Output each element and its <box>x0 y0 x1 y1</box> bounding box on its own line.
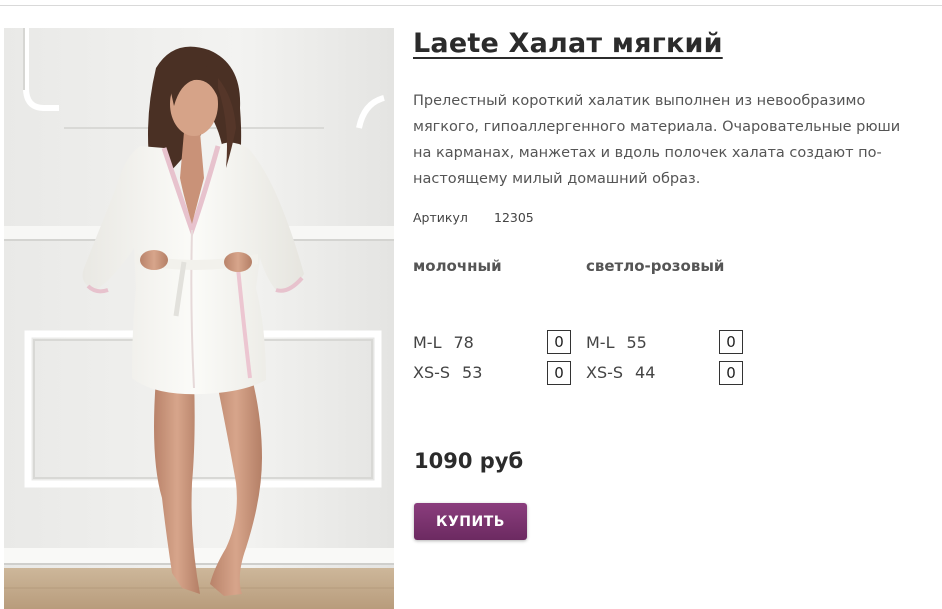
size-option: XS-S 53 <box>413 363 482 382</box>
buy-button[interactable]: КУПИТЬ <box>414 503 527 540</box>
size-label: XS-S <box>413 363 451 382</box>
size-option: M-L 78 <box>413 333 474 352</box>
sku-label: Артикул <box>413 210 468 225</box>
color-name-light-pink: светло-розовый <box>586 257 725 275</box>
quantity-input[interactable] <box>719 330 743 354</box>
stock-count: 55 <box>626 333 647 352</box>
stock-count: 53 <box>462 363 483 382</box>
stock-count: 78 <box>453 333 474 352</box>
product-title-link[interactable]: Laete Халат мягкий <box>413 28 723 59</box>
top-divider <box>0 5 942 6</box>
product-description: Прелестный короткий халатик выполнен из … <box>413 93 901 187</box>
sku-value: 12305 <box>494 210 534 225</box>
product-image <box>4 28 394 609</box>
product-price: 1090 руб <box>414 449 524 473</box>
size-option: M-L 55 <box>586 333 647 352</box>
stock-count: 44 <box>635 363 656 382</box>
quantity-input[interactable] <box>547 361 571 385</box>
color-name-milky: молочный <box>413 257 502 275</box>
size-label: XS-S <box>586 363 624 382</box>
quantity-input[interactable] <box>719 361 743 385</box>
size-label: M-L <box>413 333 442 352</box>
size-option: XS-S 44 <box>586 363 655 382</box>
size-label: M-L <box>586 333 615 352</box>
quantity-input[interactable] <box>547 330 571 354</box>
